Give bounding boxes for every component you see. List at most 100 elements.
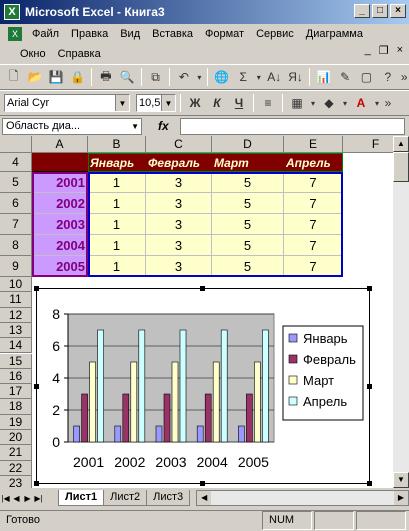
sort-descending-icon[interactable]: Я↓: [286, 67, 305, 87]
resize-handle[interactable]: [34, 481, 39, 486]
save-icon[interactable]: 💾: [47, 67, 66, 87]
sheet-tab-3[interactable]: Лист3: [146, 490, 191, 506]
align-icon[interactable]: ≡: [258, 93, 278, 113]
horizontal-scrollbar[interactable]: ◀ ▶: [196, 490, 409, 506]
chart-area[interactable]: 0 2 4 6 8 2001 2002 2003 2004 2005 Январь Февраль Ма…: [36, 288, 370, 484]
copy-icon[interactable]: ⧉: [146, 67, 165, 87]
fill-dropdown-icon[interactable]: ▾: [341, 93, 349, 113]
row-header[interactable]: 11: [0, 292, 32, 308]
print-icon[interactable]: 🖶: [96, 67, 115, 87]
row-header[interactable]: 6: [0, 193, 32, 214]
row-header[interactable]: 8: [0, 235, 32, 256]
menu-edit[interactable]: Правка: [65, 28, 114, 40]
borders-dropdown-icon[interactable]: ▾: [309, 93, 317, 113]
help-icon[interactable]: ?: [378, 67, 397, 87]
font-color-dropdown-icon[interactable]: ▾: [373, 93, 381, 113]
zoom-icon[interactable]: ▢: [357, 67, 376, 87]
name-box[interactable]: Область диа... ▼: [2, 117, 142, 135]
doc-close-button[interactable]: ×: [397, 44, 403, 57]
last-sheet-icon[interactable]: ▶|: [33, 494, 44, 503]
row-header[interactable]: 5: [0, 172, 32, 193]
menu-file[interactable]: Файл: [26, 28, 65, 40]
font-color-icon[interactable]: A: [351, 93, 371, 113]
open-icon[interactable]: 📂: [25, 67, 44, 87]
autosum-icon[interactable]: Σ: [234, 67, 253, 87]
scroll-up-icon[interactable]: ▲: [393, 136, 409, 152]
scroll-left-icon[interactable]: ◀: [197, 491, 212, 505]
row-header[interactable]: 22: [0, 460, 32, 476]
sort-ascending-icon[interactable]: A↓: [265, 67, 284, 87]
resize-handle[interactable]: [367, 384, 372, 389]
maximize-button[interactable]: □: [372, 4, 388, 18]
workbook-icon[interactable]: X: [8, 27, 22, 41]
column-header[interactable]: E: [284, 136, 343, 153]
chevron-down-icon[interactable]: ▼: [161, 95, 175, 111]
first-sheet-icon[interactable]: |◀: [0, 494, 11, 503]
drawing-icon[interactable]: ✎: [336, 67, 355, 87]
row-header[interactable]: 14: [0, 338, 32, 354]
row-header[interactable]: 13: [0, 322, 32, 339]
row-header[interactable]: 19: [0, 414, 32, 430]
column-header[interactable]: A: [32, 136, 88, 153]
select-all-corner[interactable]: [0, 136, 32, 153]
sheet-tab-1[interactable]: Лист1: [58, 490, 105, 506]
row-header[interactable]: 21: [0, 445, 32, 461]
menu-chart[interactable]: Диаграмма: [300, 28, 369, 40]
resize-handle[interactable]: [34, 384, 39, 389]
undo-icon[interactable]: ↶: [174, 67, 193, 87]
row-header[interactable]: 23: [0, 475, 32, 488]
formula-input[interactable]: [180, 118, 405, 135]
underline-button[interactable]: Ч: [229, 93, 249, 113]
row-header[interactable]: 16: [0, 368, 32, 385]
row-header[interactable]: 17: [0, 384, 32, 400]
close-button[interactable]: ×: [390, 4, 406, 18]
permission-icon[interactable]: 🔒: [68, 67, 87, 87]
menu-tools[interactable]: Сервис: [250, 28, 300, 40]
row-header[interactable]: 18: [0, 399, 32, 415]
italic-button[interactable]: К: [207, 93, 227, 113]
resize-handle[interactable]: [200, 481, 205, 486]
chevron-down-icon[interactable]: ▼: [131, 119, 139, 134]
toolbar-options-icon[interactable]: »: [383, 93, 393, 113]
column-header[interactable]: B: [88, 136, 146, 153]
resize-handle[interactable]: [367, 481, 372, 486]
column-header[interactable]: F: [343, 136, 393, 153]
fx-label[interactable]: fx: [158, 119, 169, 133]
row-header[interactable]: 15: [0, 353, 32, 369]
fill-color-icon[interactable]: ◆: [319, 93, 339, 113]
prev-sheet-icon[interactable]: ◀: [11, 494, 22, 503]
row-header[interactable]: 4: [0, 153, 32, 172]
scroll-thumb[interactable]: [393, 152, 409, 182]
menu-window[interactable]: Окно: [14, 48, 52, 60]
chevron-down-icon[interactable]: ▼: [115, 95, 129, 111]
menu-insert[interactable]: Вставка: [146, 28, 199, 40]
minimize-button[interactable]: _: [354, 4, 370, 18]
font-size-select[interactable]: 10,5 ▼: [136, 94, 176, 112]
row-header[interactable]: 20: [0, 430, 32, 446]
menu-view[interactable]: Вид: [114, 28, 146, 40]
resize-handle[interactable]: [367, 286, 372, 291]
scroll-down-icon[interactable]: ▼: [393, 472, 409, 488]
column-header[interactable]: C: [146, 136, 212, 153]
row-header[interactable]: 7: [0, 214, 32, 235]
menu-format[interactable]: Формат: [199, 28, 250, 40]
hyperlink-icon[interactable]: 🌐: [212, 67, 231, 87]
column-header[interactable]: D: [212, 136, 284, 153]
next-sheet-icon[interactable]: ▶: [22, 494, 33, 503]
doc-restore-button[interactable]: ❐: [379, 44, 389, 57]
chart-wizard-icon[interactable]: 📊: [314, 67, 333, 87]
scroll-right-icon[interactable]: ▶: [394, 491, 408, 505]
row-header[interactable]: 10: [0, 277, 32, 293]
doc-minimize-button[interactable]: _: [365, 44, 371, 57]
row-header[interactable]: 9: [0, 256, 32, 277]
autosum-dropdown-icon[interactable]: ▾: [255, 67, 263, 87]
borders-icon[interactable]: ▦: [287, 93, 307, 113]
font-name-select[interactable]: Arial Cyr ▼: [4, 94, 130, 112]
bold-button[interactable]: Ж: [185, 93, 205, 113]
menu-help[interactable]: Справка: [52, 48, 107, 60]
resize-handle[interactable]: [34, 286, 39, 291]
sheet-tab-2[interactable]: Лист2: [103, 490, 148, 506]
new-icon[interactable]: 🗋: [4, 67, 23, 87]
vertical-scrollbar[interactable]: ▲ ▼: [393, 136, 409, 488]
toolbar-options-icon[interactable]: »: [399, 67, 409, 87]
